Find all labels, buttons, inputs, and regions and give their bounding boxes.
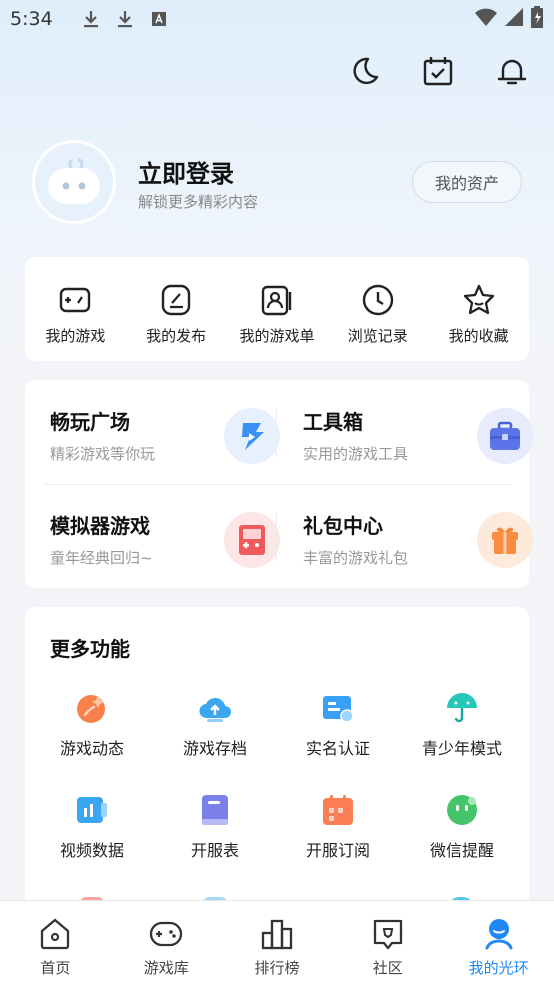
feature-toolbox[interactable]: 工具箱 实用的游戏工具 — [303, 406, 533, 476]
cloud-upload-icon — [199, 697, 231, 722]
id-card-icon — [323, 696, 354, 723]
quick-action-label: 我的发布 — [146, 327, 207, 345]
feature-title: 礼包中心 — [303, 514, 383, 538]
quick-action-label: 我的收藏 — [448, 327, 509, 345]
function-label: 微信提醒 — [429, 841, 494, 860]
function-server-subscribe[interactable]: 开服订阅 — [276, 793, 400, 861]
signal-icon — [504, 7, 524, 31]
function-label: 青少年模式 — [421, 739, 502, 758]
wifi-icon — [474, 7, 498, 31]
game-news-icon — [77, 695, 105, 723]
quick-action-my-games[interactable]: 我的游戏 — [27, 283, 123, 361]
status-bar: 5:34 — [0, 0, 554, 38]
function-video-data[interactable]: 视频数据 — [30, 793, 154, 861]
toolbox-icon — [477, 408, 533, 464]
function-wechat-reminder[interactable]: 微信提醒 — [400, 793, 524, 861]
community-icon — [373, 919, 402, 950]
quick-actions-card: 我的游戏 我的发布 我的游戏单 浏览记录 我的收藏 — [25, 257, 529, 361]
bell-icon — [497, 59, 527, 85]
default-avatar-icon — [48, 157, 100, 204]
function-label: 视频数据 — [59, 841, 124, 860]
function-server-table[interactable]: 开服表 — [153, 793, 277, 861]
feature-emulator-games[interactable]: 模拟器游戏 童年经典回归~ — [50, 510, 280, 580]
tab-community[interactable]: 社区 — [332, 901, 443, 984]
quick-action-favorites[interactable]: 我的收藏 — [431, 283, 527, 361]
calendar-subscribe-icon — [323, 795, 353, 825]
function-real-name-verification[interactable]: 实名认证 — [276, 691, 400, 759]
home-icon — [41, 918, 70, 950]
battery-icon — [530, 6, 544, 32]
game-library-icon — [150, 921, 183, 947]
tab-label: 排行榜 — [254, 959, 300, 977]
sign-in-calendar-button[interactable] — [422, 55, 454, 87]
avatar[interactable] — [32, 140, 116, 224]
tab-label: 游戏库 — [143, 959, 189, 977]
feature-subtitle: 实用的游戏工具 — [303, 445, 409, 463]
function-teen-mode[interactable]: 青少年模式 — [400, 691, 524, 759]
divider — [276, 408, 277, 458]
feature-subtitle: 精彩游戏等你玩 — [50, 445, 156, 463]
status-time: 5:34 — [10, 8, 53, 30]
feature-title: 模拟器游戏 — [50, 514, 150, 538]
feature-subtitle: 丰富的游戏礼包 — [303, 549, 409, 567]
wechat-icon — [447, 795, 477, 825]
app-notification-icon — [148, 8, 170, 30]
video-data-icon — [77, 797, 107, 823]
feature-title: 工具箱 — [303, 410, 363, 434]
quick-action-label: 我的游戏 — [45, 327, 106, 345]
function-game-save[interactable]: 游戏存档 — [153, 691, 277, 759]
top-actions — [348, 55, 528, 87]
function-label: 开服表 — [190, 841, 239, 860]
function-game-news[interactable]: 游戏动态 — [30, 691, 154, 759]
quick-action-my-game-list[interactable]: 我的游戏单 — [229, 283, 325, 361]
moon-icon — [353, 57, 379, 85]
profile-header: 立即登录 解锁更多精彩内容 我的资产 — [32, 140, 522, 226]
gift-icon — [477, 512, 533, 568]
game-list-icon — [261, 285, 292, 316]
notifications-button[interactable] — [496, 55, 528, 87]
quick-action-history[interactable]: 浏览记录 — [330, 283, 426, 361]
features-card: 畅玩广场 精彩游戏等你玩 工具箱 实用的游戏工具 模拟器游戏 童年经典回归~ 礼… — [25, 380, 533, 588]
emulator-icon — [224, 512, 280, 568]
calendar-check-icon — [423, 57, 453, 86]
lightning-play-icon — [224, 408, 280, 464]
profile-icon — [485, 919, 513, 950]
tab-game-library[interactable]: 游戏库 — [111, 901, 222, 984]
tab-my-halo[interactable]: 我的光环 — [443, 901, 554, 984]
function-label: 游戏存档 — [182, 739, 247, 758]
feature-subtitle: 童年经典回归~ — [50, 549, 153, 567]
tab-label: 首页 — [40, 959, 71, 977]
quick-action-label: 浏览记录 — [347, 327, 408, 345]
feature-play-square[interactable]: 畅玩广场 精彩游戏等你玩 — [50, 406, 280, 476]
bottom-tab-bar: 首页 游戏库 排行榜 社区 我的光环 — [0, 900, 554, 984]
star-icon — [463, 284, 494, 315]
tab-label: 我的光环 — [468, 959, 529, 977]
download-icon — [80, 8, 102, 30]
my-assets-button[interactable]: 我的资产 — [412, 161, 522, 203]
function-label: 实名认证 — [305, 739, 370, 758]
function-label: 开服订阅 — [305, 841, 370, 860]
more-functions-card: 更多功能 游戏动态 游戏存档 实名认证 青少年模式 视频数据 开服表 开服订阅 … — [25, 607, 529, 907]
feature-gift-center[interactable]: 礼包中心 丰富的游戏礼包 — [303, 510, 533, 580]
divider — [276, 512, 277, 562]
tab-ranking[interactable]: 排行榜 — [222, 901, 333, 984]
ranking-icon — [261, 919, 293, 950]
function-label: 游戏动态 — [59, 739, 124, 758]
clock-icon — [362, 284, 393, 316]
gamepad-icon — [60, 287, 91, 313]
download-icon — [114, 8, 136, 30]
server-table-icon — [202, 795, 228, 825]
edit-icon — [161, 284, 191, 316]
more-functions-title: 更多功能 — [50, 637, 130, 661]
login-title[interactable]: 立即登录 — [138, 154, 234, 189]
login-subtitle: 解锁更多精彩内容 — [138, 193, 259, 211]
feature-title: 畅玩广场 — [50, 410, 130, 434]
quick-action-my-posts[interactable]: 我的发布 — [128, 283, 224, 361]
tab-home[interactable]: 首页 — [0, 901, 111, 984]
divider — [43, 484, 511, 485]
tab-label: 社区 — [372, 959, 403, 977]
umbrella-icon — [447, 693, 477, 723]
quick-action-label: 我的游戏单 — [239, 327, 315, 345]
night-mode-button[interactable] — [348, 55, 380, 87]
